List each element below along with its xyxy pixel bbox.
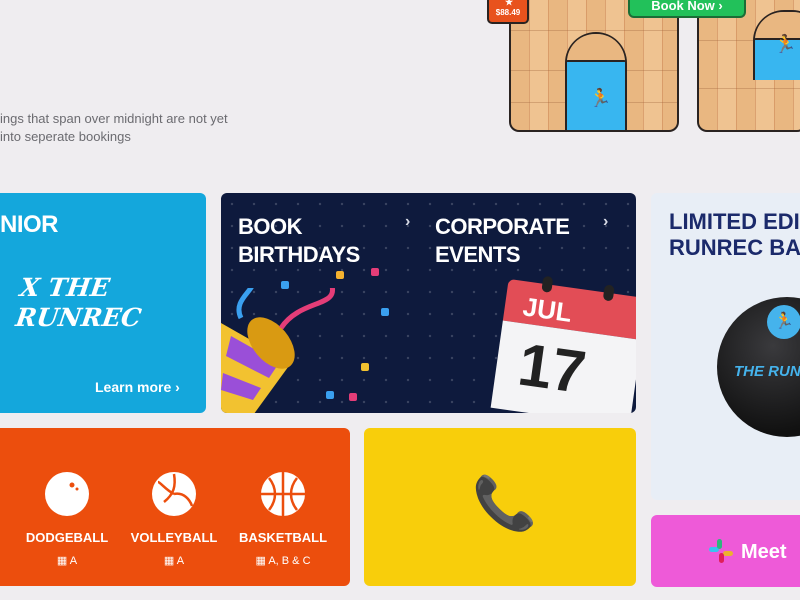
confetti [326,391,334,399]
basketball-promo-card[interactable]: LIMITED EDITI RUNREC BAS 🏃 THE RUN [651,193,800,500]
sport-name: BASKETBALL [238,530,328,545]
dodgeball-icon [45,472,89,516]
confetti [349,393,357,401]
confetti [281,281,289,289]
star-icon: ★ [505,0,514,7]
phone-card[interactable]: 📞 [364,428,636,586]
confetti [361,363,369,371]
chevron-right-icon[interactable]: › [603,213,608,231]
confetti [371,268,379,276]
runner-logo-icon: 🏃 [767,305,800,339]
corporate-events-link[interactable]: CORPORATE EVENTS [435,213,570,269]
court-info: ▦ A, B & C [233,554,333,567]
learn-more-link[interactable]: Learn more › [95,379,180,395]
court-key [565,32,627,130]
sport-name: VOLLEYBALL [130,530,218,545]
birthdays-line-2: BIRTHDAYS [238,242,360,267]
court-letters: A, B & C [268,555,311,567]
price-tag: ★ $88.49 [487,0,529,24]
sport-name: DODGEBALL [25,530,109,545]
top-info-band: ings that span over midnight are not yet… [0,0,800,178]
sport-basketball[interactable]: BASKETBALL ▦ A, B & C [233,472,333,567]
book-now-label: Book Now [651,0,715,13]
note-line-2: into seperate bookings [0,129,131,144]
corporate-line-2: EVENTS [435,242,521,267]
sport-dodgeball[interactable]: DODGEBALL ▦ A [17,472,117,567]
script-line-2: RUNREC [13,303,144,332]
court-icon: ▦ [56,555,70,567]
chevron-right-icon: › [718,0,723,13]
basketball-image: 🏃 THE RUN [717,297,800,437]
court-icon: ▦ [255,555,269,567]
runner-icon: 🏃 [589,88,612,108]
phone-icon: 📞 [472,475,537,533]
sport-volleyball[interactable]: VOLLEYBALL ▦ A [124,472,224,567]
chevron-right-icon[interactable]: › [405,213,410,231]
price-value: $88.49 [495,8,521,17]
slack-icon [709,539,733,563]
birthdays-line-1: BOOK [238,214,302,239]
basketball-icon [261,472,305,516]
ball-brand-text: THE RUN [734,363,800,380]
corporate-line-1: CORPORATE [435,214,570,239]
events-card: BOOK BIRTHDAYS › CORPORATE EVENTS › JUL … [221,193,636,413]
volleyball-icon [152,472,196,516]
court-illustration-2: 🏃 [697,0,800,132]
meet-label: Meet [741,541,787,563]
court-icon: ▦ [163,555,177,567]
court-info: ▦ A [124,554,224,567]
promo-title: LIMITED EDITI RUNREC BAS [669,209,800,261]
meet-card[interactable]: Meet [651,515,800,587]
junior-title: NIOR [0,211,59,238]
court-illustration-1: 🏃 [509,0,679,132]
court-letters: A [69,555,78,567]
book-now-button[interactable]: Book Now › [628,0,746,18]
promo-title-line-1: LIMITED EDITI [669,209,800,234]
runner-icon-2: 🏃 [774,34,797,54]
court-letters: A [176,555,185,567]
promo-title-line-2: RUNREC BAS [669,235,800,260]
confetti [336,271,344,279]
booking-note: ings that span over midnight are not yet… [0,110,260,146]
note-line-1: ings that span over midnight are not yet [0,111,228,126]
script-line-1: X THE [18,273,112,302]
confetti [381,308,389,316]
book-birthdays-link[interactable]: BOOK BIRTHDAYS [238,213,360,269]
court-info: ▦ A [17,554,117,567]
calendar-icon: JUL 17 [490,275,636,413]
junior-card[interactable]: NIOR X THE RUNREC Learn more › [0,193,206,413]
script-logo: X THE RUNREC [14,273,148,333]
sports-card: DODGEBALL ▦ A VOLLEYBALL ▦ A BASKETBALL … [0,428,350,586]
